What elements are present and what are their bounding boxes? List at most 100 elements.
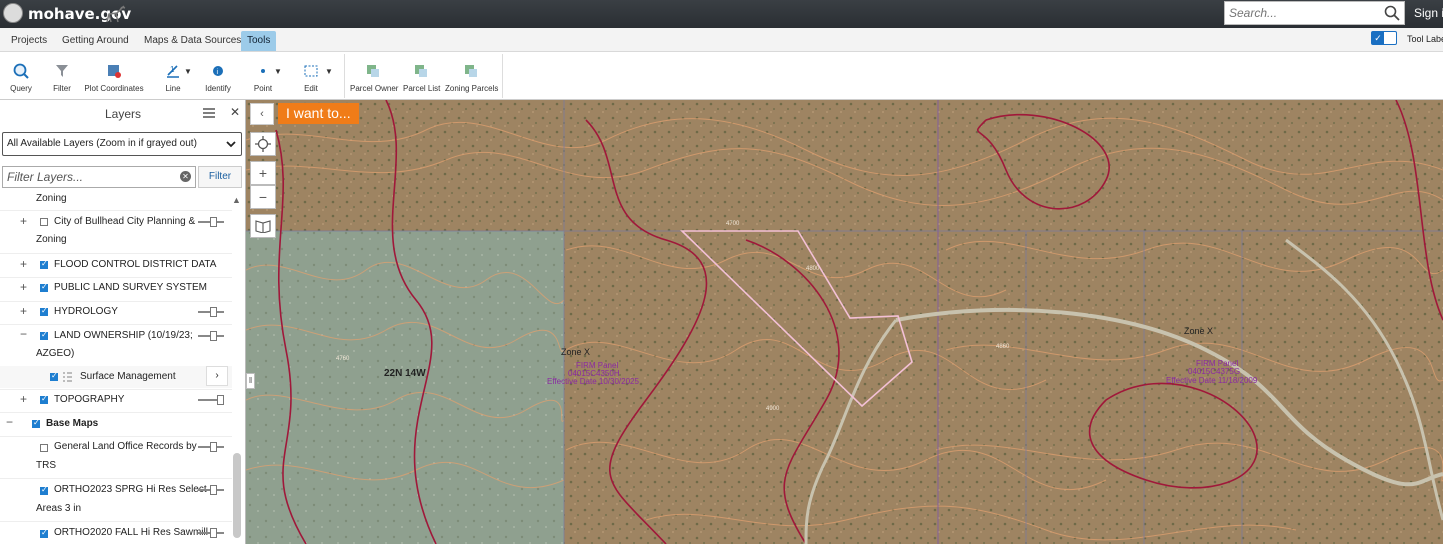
layer-label: City of Bullhead City Planning & — [54, 216, 196, 227]
layer-checkbox[interactable] — [40, 259, 48, 269]
layer-checkbox[interactable] — [40, 282, 48, 292]
line-tool[interactable]: 1 Line — [158, 60, 188, 93]
layer-checkbox[interactable] — [32, 418, 40, 428]
layer-checkbox[interactable] — [40, 444, 48, 452]
filter-button[interactable]: Filter — [198, 166, 242, 188]
zoning-parcels-icon — [465, 65, 477, 77]
panel-resize-handle[interactable]: ‖ — [246, 373, 255, 389]
line-label: Line — [165, 84, 181, 93]
opacity-slider[interactable] — [198, 528, 224, 538]
county-seal-icon[interactable] — [3, 3, 23, 23]
toolbar-divider — [502, 54, 503, 98]
opacity-slider[interactable] — [198, 307, 224, 317]
layer-item-glo-records: General Land Office Records by TRS — [0, 437, 232, 477]
filter-tool[interactable]: Filter — [50, 60, 74, 93]
layer-checkbox[interactable] — [40, 330, 48, 340]
point-dropdown-icon[interactable]: ▼ — [274, 67, 282, 76]
contour-label: 4760 — [336, 356, 350, 362]
layer-checkbox[interactable] — [40, 528, 48, 538]
layer-label: FLOOD CONTROL DISTRICT DATA — [54, 259, 217, 270]
opacity-slider[interactable] — [198, 331, 224, 341]
search-icon[interactable] — [1384, 5, 1400, 21]
point-tool[interactable]: Point — [250, 60, 276, 93]
zoning-parcels-tool[interactable]: Zoning Parcels — [445, 60, 499, 93]
divider — [0, 210, 232, 211]
filter-layers-input[interactable]: Filter Layers... — [2, 166, 196, 188]
scrollbar-thumb[interactable] — [233, 453, 241, 538]
zoom-out-button[interactable]: − — [250, 185, 276, 209]
zoning-parcels-label: Zoning Parcels — [445, 84, 499, 93]
line-dropdown-icon[interactable]: ▼ — [184, 67, 192, 76]
scroll-up-icon[interactable]: ▲ — [232, 195, 241, 205]
tab-getting-around[interactable]: Getting Around — [56, 31, 135, 51]
layer-tree: Zoning + City of Bullhead City Planning … — [0, 190, 232, 544]
expand-icon[interactable]: + — [20, 280, 27, 294]
layer-item-bullhead-city-zoning: + City of Bullhead City Planning & Zonin… — [0, 212, 232, 252]
plot-coordinates-label: Plot Coordinates — [84, 84, 144, 93]
parcel-list-label: Parcel List — [403, 84, 441, 93]
firm-panel-number: 04015C4375G — [1188, 367, 1240, 376]
opacity-slider[interactable] — [198, 442, 224, 452]
tab-maps-data-sources[interactable]: Maps & Data Sources — [138, 31, 247, 51]
opacity-slider[interactable] — [198, 217, 224, 227]
edit-tool[interactable]: Edit — [298, 60, 324, 93]
layer-group-base-maps: − Base Maps — [0, 414, 232, 436]
close-icon[interactable]: ✕ — [230, 105, 240, 119]
collapse-icon[interactable]: − — [20, 327, 27, 341]
hamburger-menu-icon[interactable] — [203, 108, 215, 118]
identify-tool[interactable]: i Identify — [202, 60, 234, 93]
expand-icon[interactable]: + — [20, 257, 27, 271]
layer-label: Zoning — [36, 193, 67, 204]
check-icon: ✓ — [1372, 32, 1384, 44]
layer-tree-scrollbar[interactable]: ▲ — [232, 195, 242, 544]
query-tool[interactable]: Query — [8, 60, 34, 93]
layer-item-land-ownership: − LAND OWNERSHIP (10/19/23; AZGEO) — [0, 326, 232, 366]
clear-filter-icon[interactable]: ✕ — [180, 171, 191, 182]
layer-checkbox[interactable] — [40, 485, 48, 495]
flood-zone-label: Zone X — [1184, 326, 1213, 336]
layer-checkbox[interactable] — [40, 306, 48, 316]
edit-icon — [304, 65, 318, 77]
layer-group-label: Base Maps — [46, 418, 99, 429]
map-view[interactable]: 22N 14W Zone X Zone X FIRM Panel 04015C4… — [246, 100, 1443, 544]
chevron-down-icon — [226, 141, 236, 148]
expand-icon[interactable]: + — [20, 214, 27, 228]
layer-checkbox[interactable] — [50, 371, 58, 381]
layer-checkbox[interactable] — [40, 394, 48, 404]
layer-source-select[interactable]: All Available Layers (Zoom in if grayed … — [2, 132, 242, 156]
collapse-icon[interactable]: − — [6, 415, 13, 429]
opacity-slider[interactable] — [198, 395, 224, 405]
bookmarks-button[interactable] — [250, 214, 276, 238]
map-canvas[interactable]: 22N 14W Zone X Zone X FIRM Panel 04015C4… — [246, 100, 1443, 544]
edit-dropdown-icon[interactable]: ▼ — [325, 67, 333, 76]
parcel-list-tool[interactable]: Parcel List — [403, 60, 441, 93]
zoom-in-button[interactable]: + — [250, 161, 276, 185]
identify-icon: i — [213, 66, 223, 76]
locate-button[interactable] — [250, 132, 276, 156]
plot-coordinates-tool[interactable]: Plot Coordinates — [84, 60, 144, 93]
i-want-to-button[interactable]: I want to... — [278, 103, 359, 124]
collapse-panel-button[interactable]: ‹ — [250, 103, 274, 125]
svg-text:1: 1 — [170, 65, 175, 74]
chevron-right-icon[interactable]: › — [206, 366, 228, 386]
tool-labels-toggle[interactable]: ✓ — [1371, 31, 1397, 45]
edit-label: Edit — [304, 84, 318, 93]
opacity-slider[interactable] — [198, 485, 224, 495]
search-input[interactable] — [1225, 2, 1375, 24]
layer-label-cont: Areas 3 in — [36, 503, 82, 514]
layer-label: LAND OWNERSHIP (10/19/23; — [54, 330, 193, 341]
query-label: Query — [10, 84, 32, 93]
tab-projects[interactable]: Projects — [5, 31, 53, 51]
sign-in-link[interactable]: Sign in — [1414, 6, 1443, 20]
expand-icon[interactable]: + — [20, 392, 27, 406]
layer-checkbox[interactable] — [40, 218, 48, 226]
elk-icon — [106, 5, 126, 23]
alternate-imagery-tile — [246, 231, 564, 544]
tab-tools[interactable]: Tools — [241, 31, 277, 51]
layer-item-ortho2020: ORTHO2020 FALL Hi Res Sawmill — [0, 523, 232, 544]
search-box[interactable] — [1224, 1, 1405, 25]
parcel-owner-label: Parcel Owner — [350, 84, 399, 93]
parcel-owner-tool[interactable]: Parcel Owner — [350, 60, 399, 93]
menu-bar: Projects Getting Around Maps & Data Sour… — [0, 28, 1443, 52]
expand-icon[interactable]: + — [20, 304, 27, 318]
